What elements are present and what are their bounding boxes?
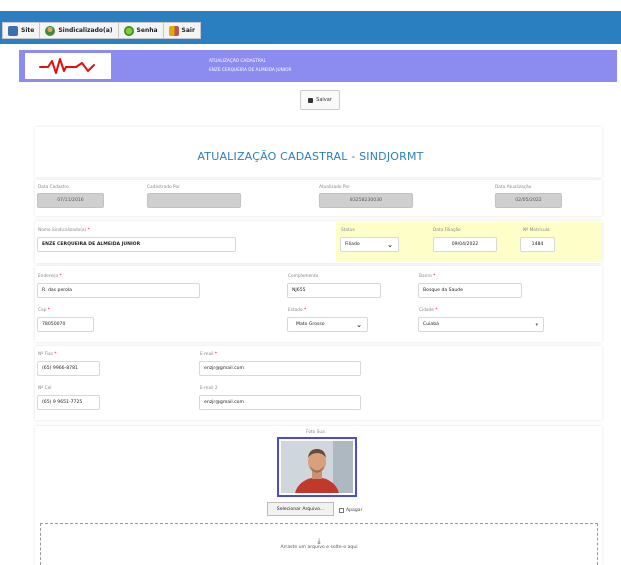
upload-icon: ⤓ bbox=[317, 537, 321, 545]
toolbar: Site Sindicalizado(a) Senha Sair bbox=[2, 22, 201, 39]
cadastrado-por-field bbox=[147, 193, 241, 208]
chevron-down-icon: ▾ bbox=[535, 321, 538, 328]
bairro-field[interactable]: Bosque da Saude bbox=[418, 283, 522, 298]
site-icon bbox=[8, 25, 18, 36]
exit-icon bbox=[168, 25, 179, 36]
lock-icon bbox=[308, 97, 314, 103]
atualizado-por-label: Atualizado Por bbox=[319, 185, 350, 190]
cidade-select[interactable]: Cuiabá ▾ bbox=[418, 317, 544, 332]
fixo-field[interactable]: (65) 9966-8781 bbox=[37, 361, 100, 376]
nome-label: Nome Sindicalizado(a) * bbox=[38, 228, 90, 233]
photo-label: Foto Sua bbox=[306, 430, 325, 435]
data-cadastro-label: Data Cadastro bbox=[38, 185, 69, 190]
status-select[interactable]: Filiado ⌄ bbox=[340, 237, 399, 252]
email2-label: E-mail 2 bbox=[200, 386, 218, 391]
delete-label: Apagar bbox=[346, 508, 363, 513]
cidade-label: Cidade * bbox=[419, 308, 438, 313]
header-text: ATUALIZAÇÃO CADASTRAL ENZE CERQUEIRA DE … bbox=[209, 57, 292, 75]
complemento-label: Complemento bbox=[288, 274, 319, 279]
password-icon bbox=[123, 25, 134, 36]
user-icon bbox=[45, 25, 56, 36]
sindicalizado-label: Sindicalizado(a) bbox=[58, 27, 113, 34]
status-label: Status bbox=[341, 228, 355, 233]
save-button[interactable]: Salvar bbox=[300, 90, 340, 110]
cel-label: Nº Cel bbox=[38, 386, 52, 391]
senha-label: Senha bbox=[136, 27, 158, 34]
nome-field[interactable]: ENZE CERQUEIRA DE ALMEIDA JUNIOR bbox=[37, 237, 236, 252]
atualizado-por-field: 83258230030 bbox=[319, 193, 413, 208]
file-dropzone[interactable]: ⤓ Arraste um arquivo e solte-o aqui bbox=[40, 523, 598, 565]
estado-select[interactable]: Mato Grosso ⌄ bbox=[287, 317, 368, 332]
endereco-label: Endereço * bbox=[38, 274, 62, 279]
senha-button[interactable]: Senha bbox=[119, 23, 164, 38]
header-title: ATUALIZAÇÃO CADASTRAL bbox=[209, 59, 267, 64]
window-top-strip bbox=[0, 0, 621, 11]
sair-label: Sair bbox=[181, 27, 195, 34]
sindjormt-logo bbox=[25, 53, 111, 79]
data-filiacao-field[interactable]: 09/04/2022 bbox=[433, 237, 497, 252]
delete-checkbox[interactable] bbox=[339, 508, 344, 513]
cel-field[interactable]: (65) 9 9651-7725 bbox=[37, 395, 100, 410]
photo-frame[interactable] bbox=[277, 437, 357, 497]
logo-icon bbox=[39, 58, 95, 74]
estado-label: Estado * bbox=[288, 308, 307, 313]
cep-label: Cep * bbox=[38, 308, 50, 313]
dropzone-text: Arraste um arquivo e solte-o aqui bbox=[280, 545, 358, 550]
complemento-field[interactable]: NJ655 bbox=[287, 283, 381, 298]
select-file-button[interactable]: Selecionar Arquivo... bbox=[267, 502, 334, 516]
email-field[interactable]: enzjr@gmail.com bbox=[199, 361, 361, 376]
site-label: Site bbox=[21, 27, 35, 34]
data-atualizacao-field: 02/05/2022 bbox=[495, 193, 562, 208]
data-atualizacao-label: Data Atualização bbox=[495, 185, 532, 190]
sair-button[interactable]: Sair bbox=[164, 23, 200, 38]
fixo-label: Nº Fixo * bbox=[38, 352, 57, 357]
email-label: E-mail * bbox=[200, 352, 218, 357]
matricula-label: Nº Matrícula bbox=[523, 228, 550, 233]
site-button[interactable]: Site bbox=[3, 23, 41, 38]
delete-photo-option[interactable]: Apagar bbox=[339, 508, 363, 513]
data-filiacao-label: Data Filiação bbox=[433, 228, 461, 233]
status-value: Filiado bbox=[345, 242, 360, 247]
cadastrado-por-label: Cadastrado Por bbox=[147, 185, 180, 190]
cidade-value: Cuiabá bbox=[423, 322, 439, 327]
profile-photo bbox=[281, 441, 353, 493]
endereco-field[interactable]: R. das perola bbox=[37, 283, 200, 298]
chevron-down-icon: ⌄ bbox=[356, 320, 362, 329]
sindicalizado-button[interactable]: Sindicalizado(a) bbox=[40, 23, 119, 38]
email2-field[interactable]: enzjr@gmail.com bbox=[199, 395, 361, 410]
estado-value: Mato Grosso bbox=[296, 322, 325, 327]
save-label: Salvar bbox=[316, 97, 332, 103]
page-header: ATUALIZAÇÃO CADASTRAL ENZE CERQUEIRA DE … bbox=[19, 50, 617, 82]
cep-field[interactable]: 78050070 bbox=[37, 317, 94, 332]
matricula-field[interactable]: 1484 bbox=[520, 237, 555, 252]
data-cadastro-field: 07/11/2016 bbox=[37, 193, 104, 208]
chevron-down-icon: ⌄ bbox=[387, 240, 393, 249]
bairro-label: Bairro * bbox=[419, 274, 436, 279]
person-portrait-icon bbox=[281, 441, 353, 493]
page-title: ATUALIZAÇÃO CADASTRAL - SINDJORMT bbox=[197, 150, 424, 163]
header-member-name: ENZE CERQUEIRA DE ALMEIDA JUNIOR bbox=[209, 68, 292, 73]
